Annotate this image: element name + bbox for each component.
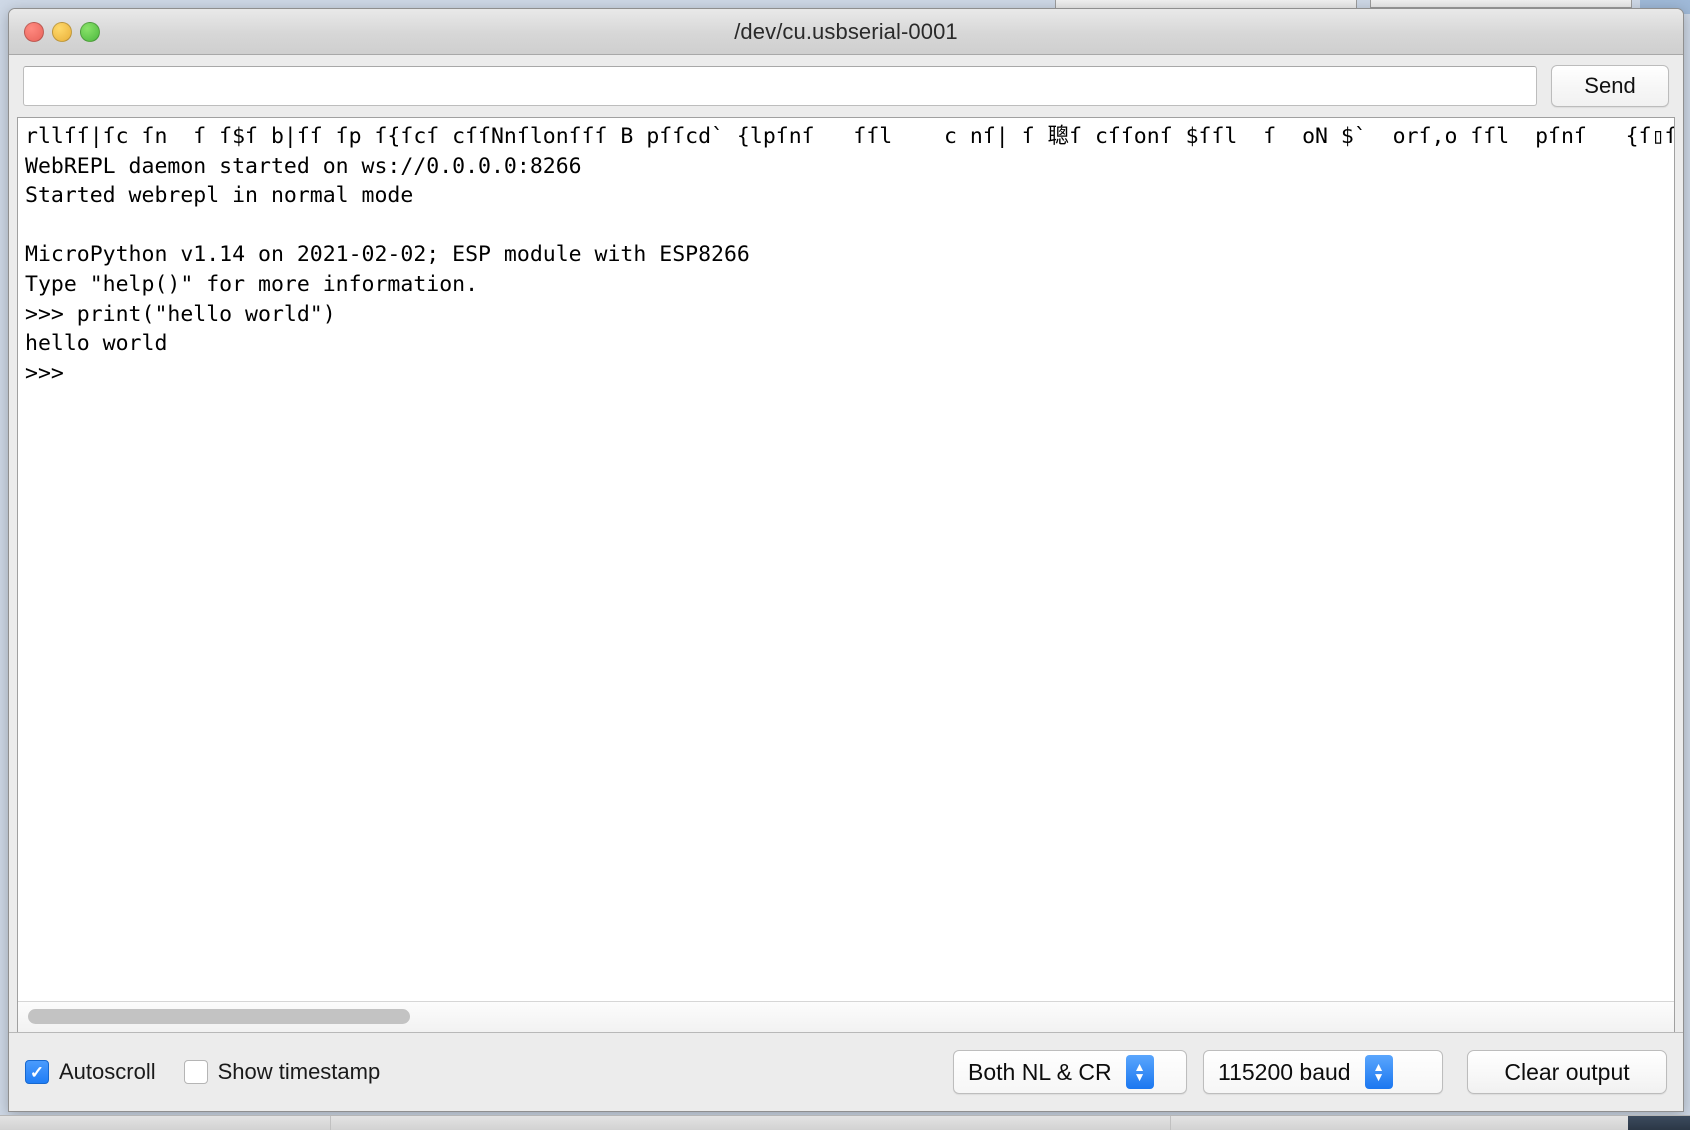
- dock-divider: [1170, 1116, 1171, 1130]
- minimize-button-icon[interactable]: [52, 22, 72, 42]
- autoscroll-checkbox[interactable]: ✓: [25, 1060, 49, 1084]
- console-line: hello world: [25, 329, 1674, 359]
- console-line: >>>: [25, 359, 1674, 389]
- dock-window-thumbnail[interactable]: [1628, 1116, 1690, 1130]
- console-line: WebREPL daemon started on ws://0.0.0.0:8…: [25, 152, 1674, 182]
- clear-output-button[interactable]: Clear output: [1467, 1050, 1667, 1094]
- chevron-down-icon: ▼: [1373, 1072, 1385, 1082]
- send-command-row: Send: [9, 55, 1683, 117]
- send-button[interactable]: Send: [1551, 65, 1669, 107]
- close-button-icon[interactable]: [24, 22, 44, 42]
- dock-strip: [0, 1115, 1690, 1130]
- baud-rate-select[interactable]: 115200 baud ▲ ▼: [1203, 1050, 1443, 1094]
- checkmark-icon: ✓: [30, 1064, 44, 1081]
- console-line: [25, 211, 1674, 241]
- background-window-b[interactable]: [1370, 0, 1632, 8]
- show-timestamp-checkbox-group[interactable]: Show timestamp: [184, 1059, 381, 1085]
- window-titlebar[interactable]: /dev/cu.usbserial-0001: [9, 9, 1683, 55]
- serial-output-panel: rllſſ|ſc ſn ſ ſ$ſ b|ſſ ſp ſ{ſcſ cſſNnſlo…: [17, 117, 1675, 1032]
- serial-output-console[interactable]: rllſſ|ſc ſn ſ ſ$ſ b|ſſ ſp ſ{ſcſ cſſNnſlo…: [18, 118, 1674, 1001]
- console-line: >>> print("hello world"): [25, 300, 1674, 330]
- serial-monitor-window: /dev/cu.usbserial-0001 Send rllſſ|ſc ſn …: [8, 8, 1684, 1112]
- desktop-background: /dev/cu.usbserial-0001 Send rllſſ|ſc ſn …: [0, 0, 1690, 1130]
- window-title: /dev/cu.usbserial-0001: [9, 19, 1683, 45]
- dock-divider: [330, 1116, 331, 1130]
- show-timestamp-checkbox[interactable]: [184, 1060, 208, 1084]
- horizontal-scrollbar-thumb[interactable]: [28, 1009, 410, 1024]
- command-input[interactable]: [23, 66, 1537, 106]
- autoscroll-checkbox-group[interactable]: ✓ Autoscroll: [25, 1059, 156, 1085]
- bottom-toolbar: ✓ Autoscroll Show timestamp Both NL & CR…: [9, 1032, 1683, 1111]
- line-ending-value: Both NL & CR: [954, 1059, 1126, 1086]
- console-line: Started webrepl in normal mode: [25, 181, 1674, 211]
- show-timestamp-label: Show timestamp: [218, 1059, 381, 1085]
- console-line: MicroPython v1.14 on 2021-02-02; ESP mod…: [25, 240, 1674, 270]
- maximize-button-icon[interactable]: [80, 22, 100, 42]
- line-ending-select[interactable]: Both NL & CR ▲ ▼: [953, 1050, 1187, 1094]
- baud-rate-value: 115200 baud: [1204, 1059, 1365, 1086]
- chevron-updown-icon[interactable]: ▲ ▼: [1365, 1055, 1393, 1089]
- console-line: Type "help()" for more information.: [25, 270, 1674, 300]
- autoscroll-label: Autoscroll: [59, 1059, 156, 1085]
- chevron-down-icon: ▼: [1134, 1072, 1146, 1082]
- horizontal-scrollbar-track[interactable]: [18, 1001, 1674, 1032]
- chevron-updown-icon[interactable]: ▲ ▼: [1126, 1055, 1154, 1089]
- window-traffic-lights: [24, 22, 100, 42]
- console-line: rllſſ|ſc ſn ſ ſ$ſ b|ſſ ſp ſ{ſcſ cſſNnſlo…: [25, 122, 1674, 152]
